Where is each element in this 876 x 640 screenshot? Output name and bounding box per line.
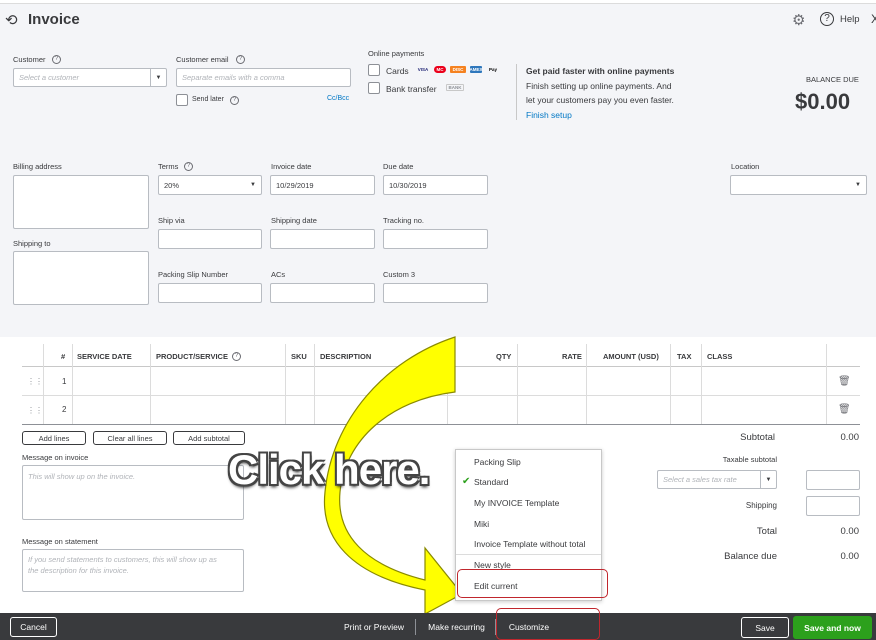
- edit-current-highlight: [457, 569, 608, 598]
- save-and-new-button[interactable]: Save and now: [793, 616, 872, 639]
- make-recurring-button[interactable]: Make recurring: [423, 617, 490, 637]
- cancel-button[interactable]: Cancel: [10, 617, 57, 637]
- menu-item-template-without-total[interactable]: Invoice Template without total: [474, 539, 585, 549]
- tutorial-arrow: [323, 336, 463, 616]
- footer-divider: [415, 619, 416, 635]
- menu-item-standard[interactable]: Standard: [474, 477, 509, 487]
- click-here-callout: Click here.: [228, 446, 430, 493]
- menu-item-my-invoice-template[interactable]: My INVOICE Template: [474, 498, 559, 508]
- save-button[interactable]: Save: [741, 617, 789, 638]
- menu-item-miki[interactable]: Miki: [474, 519, 489, 529]
- print-preview-button[interactable]: Print or Preview: [339, 617, 409, 637]
- menu-item-packing-slip[interactable]: Packing Slip: [474, 457, 521, 467]
- checkmark-icon: ✔: [462, 476, 471, 487]
- customize-highlight: [496, 608, 600, 640]
- menu-divider: [456, 554, 601, 555]
